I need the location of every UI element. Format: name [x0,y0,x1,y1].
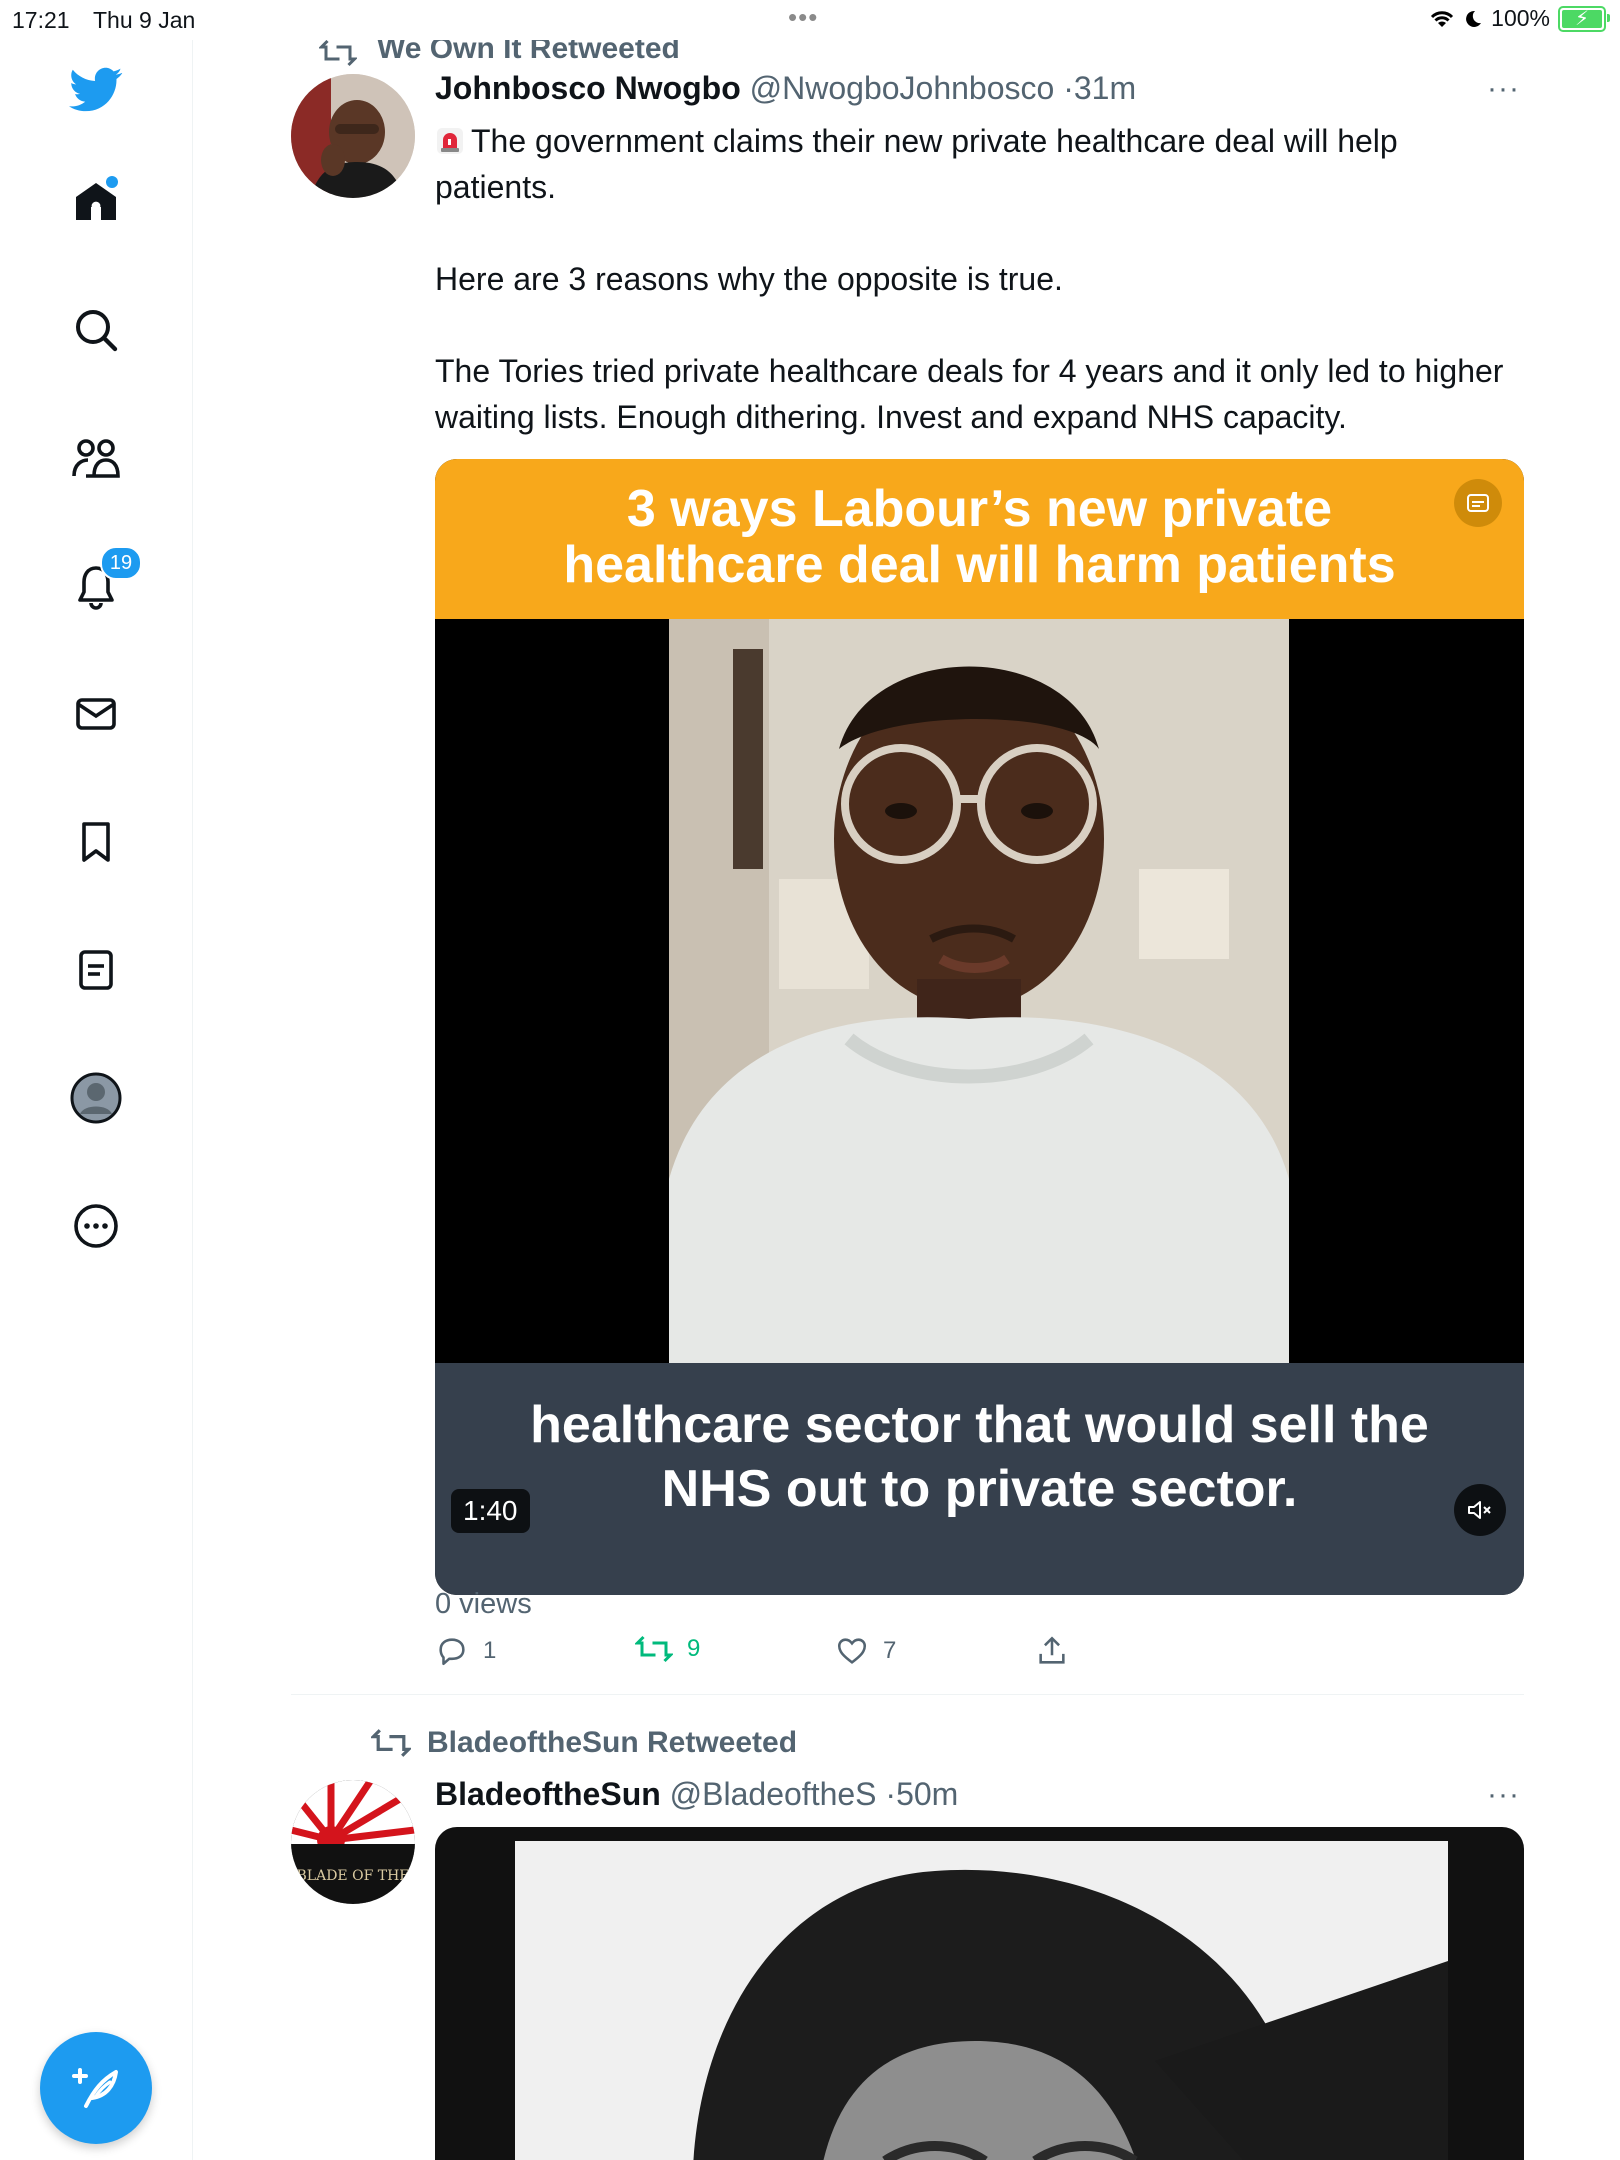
status-bar: 17:21 Thu 9 Jan ••• 100% ⚡ [0,0,1620,40]
captions-icon[interactable] [1454,479,1502,527]
retweet-icon [371,1729,411,1757]
share-button[interactable] [1035,1634,1069,1668]
messages-icon[interactable] [64,682,128,746]
share-icon [1039,1636,1065,1664]
status-time: 17:21 [12,7,70,33]
bookmarks-icon[interactable] [64,810,128,874]
author-handle[interactable]: @NwogboJohnbosco [750,70,1055,106]
multitasking-dots[interactable]: ••• [788,2,818,33]
avatar[interactable] [291,74,415,198]
mute-toggle-icon[interactable] [1454,1484,1506,1536]
reply-button[interactable]: 1 [435,1634,496,1668]
retweet-count: 9 [687,1635,701,1662]
timeline-feed[interactable]: We Own It Retweeted Johnbosco Nwogbo @Nw… [192,40,1620,2160]
tweet-time[interactable]: 50m [896,1776,958,1812]
author-handle[interactable]: @BladeoftheS [670,1776,877,1812]
compose-tweet-button[interactable] [40,2032,152,2144]
tweet-image[interactable] [435,1827,1524,2160]
battery-icon: ⚡ [1558,5,1610,32]
reply-icon [439,1638,465,1666]
home-unread-dot [106,176,118,188]
wifi-icon [1431,10,1454,27]
tweet-more-options-icon[interactable]: ··· [1487,1778,1520,1812]
tweet-header: BladeoftheSun @BladeoftheS ·50m [435,1776,958,1813]
siren-emoji-icon [437,128,463,154]
like-count: 7 [883,1637,897,1664]
status-indicators: 100% ⚡ [1429,5,1610,32]
tweet-text-line: Here are 3 reasons why the opposite is t… [435,261,1063,297]
twitter-logo-icon[interactable] [64,58,128,122]
tweet-text-line: The government claims their new private … [435,123,1398,205]
meta-separator: · [1063,70,1074,106]
battery-percent: 100% [1491,5,1550,31]
profile-icon[interactable] [64,1066,128,1130]
retweet-context[interactable]: BladeoftheSun Retweeted [371,1726,797,1760]
retweet-context[interactable]: We Own It Retweeted [319,40,680,67]
author-name[interactable]: BladeoftheSun [435,1776,661,1812]
tweet-time[interactable]: 31m [1074,70,1136,106]
tweet-text-line: The Tories tried private healthcare deal… [435,353,1504,435]
sidebar-nav: 19 [0,40,193,2160]
tweet-text: The government claims their new private … [435,118,1515,440]
communities-icon[interactable] [64,426,128,490]
retweet-button[interactable]: 9 [635,1634,700,1664]
retweet-icon [319,40,357,67]
notifications-count-badge: 19 [100,546,142,580]
video-frame [669,619,1289,1363]
video-duration: 1:40 [451,1489,530,1533]
notifications-icon[interactable]: 19 [64,546,142,618]
more-icon[interactable] [64,1194,128,1258]
tweet-header: Johnbosco Nwogbo @NwogboJohnbosco ·31m [435,70,1136,107]
avatar-text: BLADE OF THE [297,1868,410,1884]
home-icon[interactable] [64,170,128,234]
avatar[interactable]: BLADE OF THE [291,1780,415,1904]
meta-separator: · [885,1776,897,1812]
tweet-divider [291,1694,1524,1695]
lists-icon[interactable] [64,938,128,1002]
search-icon[interactable] [64,298,128,362]
status-date: Thu 9 Jan [93,7,196,33]
view-count: 0 views [435,1588,532,1620]
compose-quill-icon [72,2068,118,2108]
do-not-disturb-icon [1466,10,1482,27]
like-button[interactable]: 7 [835,1634,896,1668]
tweet-more-options-icon[interactable]: ··· [1487,72,1520,106]
author-name[interactable]: Johnbosco Nwogbo [435,70,741,106]
black-and-white-portrait [515,1841,1448,2160]
reply-count: 1 [483,1637,497,1664]
video-title-text: 3 ways Labour’s new private healthcare d… [563,480,1396,594]
video-player[interactable]: 3 ways Labour’s new private healthcare d… [435,459,1524,1595]
heart-icon [837,1638,867,1664]
video-caption-text: healthcare sector that would sell the NH… [530,1396,1429,1518]
tweet-actions: 1 9 7 [435,1634,1135,1674]
retweet-icon [635,1635,673,1663]
